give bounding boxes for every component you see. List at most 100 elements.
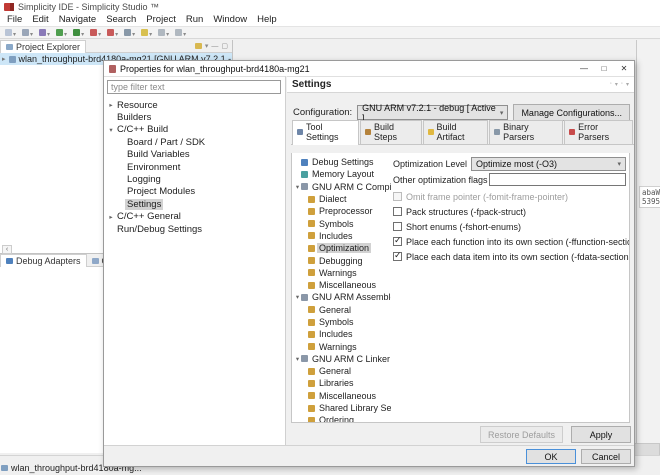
dialog-titlebar[interactable]: Properties for wlan_throughput-brd4180a-… — [104, 61, 634, 76]
chevron-down-icon[interactable] — [115, 28, 118, 38]
minimize-icon[interactable]: — — [574, 64, 594, 73]
tool-tree-item[interactable]: General — [292, 304, 391, 316]
optimization-level-select[interactable]: Optimize most (-O3) — [471, 157, 626, 171]
toolbar-button[interactable] — [71, 28, 86, 38]
chevron-down-icon[interactable] — [81, 28, 84, 38]
chevron-down-icon[interactable] — [166, 28, 169, 38]
menu-item[interactable]: Window — [208, 14, 252, 25]
menu-item[interactable]: Help — [252, 14, 282, 25]
minimize-view-icon[interactable]: — — [211, 43, 218, 50]
tab-project-explorer[interactable]: Project Explorer — [0, 40, 86, 53]
option-checkbox-row[interactable]: Pack structures (-fpack-struct) — [393, 204, 626, 219]
settings-tab[interactable]: Build Artifact — [423, 120, 489, 144]
settings-tab[interactable]: Binary Parsers — [489, 120, 563, 144]
chevron-down-icon[interactable] — [13, 28, 16, 38]
toolbar-button[interactable] — [3, 28, 18, 38]
chevron-down-icon[interactable] — [149, 28, 152, 38]
tool-tree-item[interactable]: Libraries — [292, 377, 391, 389]
collapse-all-icon[interactable] — [195, 43, 202, 49]
category-tree-item[interactable]: Run/Debug Settings — [104, 223, 285, 235]
tool-tree-item[interactable]: Includes — [292, 230, 391, 242]
tool-tree-item[interactable]: Debugging — [292, 254, 391, 266]
view-menu-icon[interactable]: ▾ — [205, 42, 209, 50]
category-tree-item[interactable]: Project Modules — [104, 186, 285, 198]
category-tree-item[interactable]: Board / Part / SDK — [104, 136, 285, 148]
category-tree-item[interactable]: Build Variables — [104, 149, 285, 161]
tool-tree-item[interactable]: Memory Layout — [292, 168, 391, 180]
toolbar-button[interactable] — [105, 28, 120, 38]
tool-tree-item[interactable]: Optimization — [292, 242, 391, 254]
maximize-view-icon[interactable]: ▢ — [221, 42, 228, 50]
forward-history-icon[interactable] — [626, 81, 629, 88]
tool-tree-item[interactable]: ▾ GNU ARM C Linker — [292, 353, 391, 365]
chevron-down-icon[interactable] — [98, 28, 101, 38]
toolbar-button[interactable] — [88, 28, 103, 38]
option-checkbox-row[interactable]: Place each data item into its own sectio… — [393, 249, 626, 264]
tool-tree-item[interactable]: ▾ GNU ARM Assembler — [292, 291, 391, 303]
close-icon[interactable]: ✕ — [614, 64, 634, 73]
toolbar-button[interactable] — [54, 28, 69, 38]
toolbar-button[interactable] — [20, 28, 35, 38]
category-tree-item[interactable]: ▸ Resource — [104, 99, 285, 111]
back-icon[interactable] — [610, 81, 612, 88]
tool-tree-item[interactable]: ▾ GNU ARM C Compiler — [292, 181, 391, 193]
expand-arrow-icon[interactable]: ▾ — [107, 126, 115, 134]
menu-item[interactable]: Edit — [27, 14, 53, 25]
expand-arrow-icon[interactable]: ▾ — [294, 293, 301, 301]
tool-tree-item[interactable]: Symbols — [292, 217, 391, 229]
toolbar-button[interactable] — [139, 28, 154, 38]
other-flags-input[interactable] — [489, 173, 626, 186]
category-tree-item[interactable]: Settings — [104, 198, 285, 210]
forward-icon[interactable] — [621, 81, 623, 88]
settings-tab[interactable]: Tool Settings — [292, 120, 359, 145]
tool-tree-item[interactable]: Dialect — [292, 193, 391, 205]
checkbox-icon[interactable] — [393, 222, 402, 231]
tool-tree-item[interactable]: Miscellaneous — [292, 279, 391, 291]
checkbox-icon[interactable] — [393, 237, 402, 246]
apply-button[interactable]: Apply — [571, 426, 631, 443]
tool-tree-item[interactable]: Warnings — [292, 267, 391, 279]
tool-tree-item[interactable]: Includes — [292, 328, 391, 340]
cancel-button[interactable]: Cancel — [581, 449, 631, 464]
toolbar-button[interactable] — [173, 28, 188, 38]
ok-button[interactable]: OK — [526, 449, 576, 464]
category-tree-item[interactable]: ▾ C/C++ Build — [104, 124, 285, 136]
checkbox-icon[interactable] — [393, 252, 402, 261]
toolbar-button[interactable] — [122, 28, 137, 38]
manage-configurations-button[interactable]: Manage Configurations... — [513, 104, 630, 121]
back-history-icon[interactable] — [615, 81, 618, 88]
category-tree-item[interactable]: Builders — [104, 111, 285, 123]
chevron-down-icon[interactable] — [183, 28, 186, 38]
chevron-down-icon[interactable] — [47, 28, 50, 38]
category-tree-item[interactable]: Logging — [104, 173, 285, 185]
menu-item[interactable]: Search — [101, 14, 141, 25]
tool-tree-item[interactable]: Shared Library Settings — [292, 402, 391, 414]
tool-tree-item[interactable]: Symbols — [292, 316, 391, 328]
configuration-select[interactable]: GNU ARM v7.2.1 - debug [ Active ] — [357, 105, 508, 120]
menu-item[interactable]: Project — [141, 14, 181, 25]
menu-item[interactable]: Navigate — [54, 14, 102, 25]
toolbar-button[interactable] — [37, 28, 52, 38]
tool-tree-item[interactable]: Debug Settings — [292, 156, 391, 168]
tool-tree-item[interactable]: Warnings — [292, 340, 391, 352]
settings-tab[interactable]: Error Parsers — [564, 120, 633, 144]
menu-item[interactable]: Run — [181, 14, 208, 25]
category-tree-item[interactable]: Environment — [104, 161, 285, 173]
checkbox-icon[interactable] — [393, 192, 402, 201]
menu-item[interactable]: File — [2, 14, 27, 25]
category-tree-item[interactable]: ▸ C/C++ General — [104, 211, 285, 223]
option-checkbox-row[interactable]: Place each function into its own section… — [393, 234, 626, 249]
option-checkbox-row[interactable]: Short enums (-fshort-enums) — [393, 219, 626, 234]
tab-scroll-left-icon[interactable]: ‹ — [2, 245, 12, 254]
tool-tree-item[interactable]: Preprocessor — [292, 205, 391, 217]
toolbar-button[interactable] — [156, 28, 171, 38]
filter-input[interactable] — [107, 80, 281, 94]
tool-tree-item[interactable]: General — [292, 365, 391, 377]
expand-arrow-icon[interactable]: ▸ — [107, 213, 115, 221]
maximize-icon[interactable]: □ — [594, 64, 614, 73]
tool-tree-item[interactable]: Miscellaneous — [292, 390, 391, 402]
expand-arrow-icon[interactable]: ▸ — [107, 101, 115, 109]
chevron-down-icon[interactable] — [132, 28, 135, 38]
expand-arrow-icon[interactable]: ▾ — [294, 183, 301, 191]
tab-debug-adapters[interactable]: Debug Adapters — [0, 254, 87, 267]
